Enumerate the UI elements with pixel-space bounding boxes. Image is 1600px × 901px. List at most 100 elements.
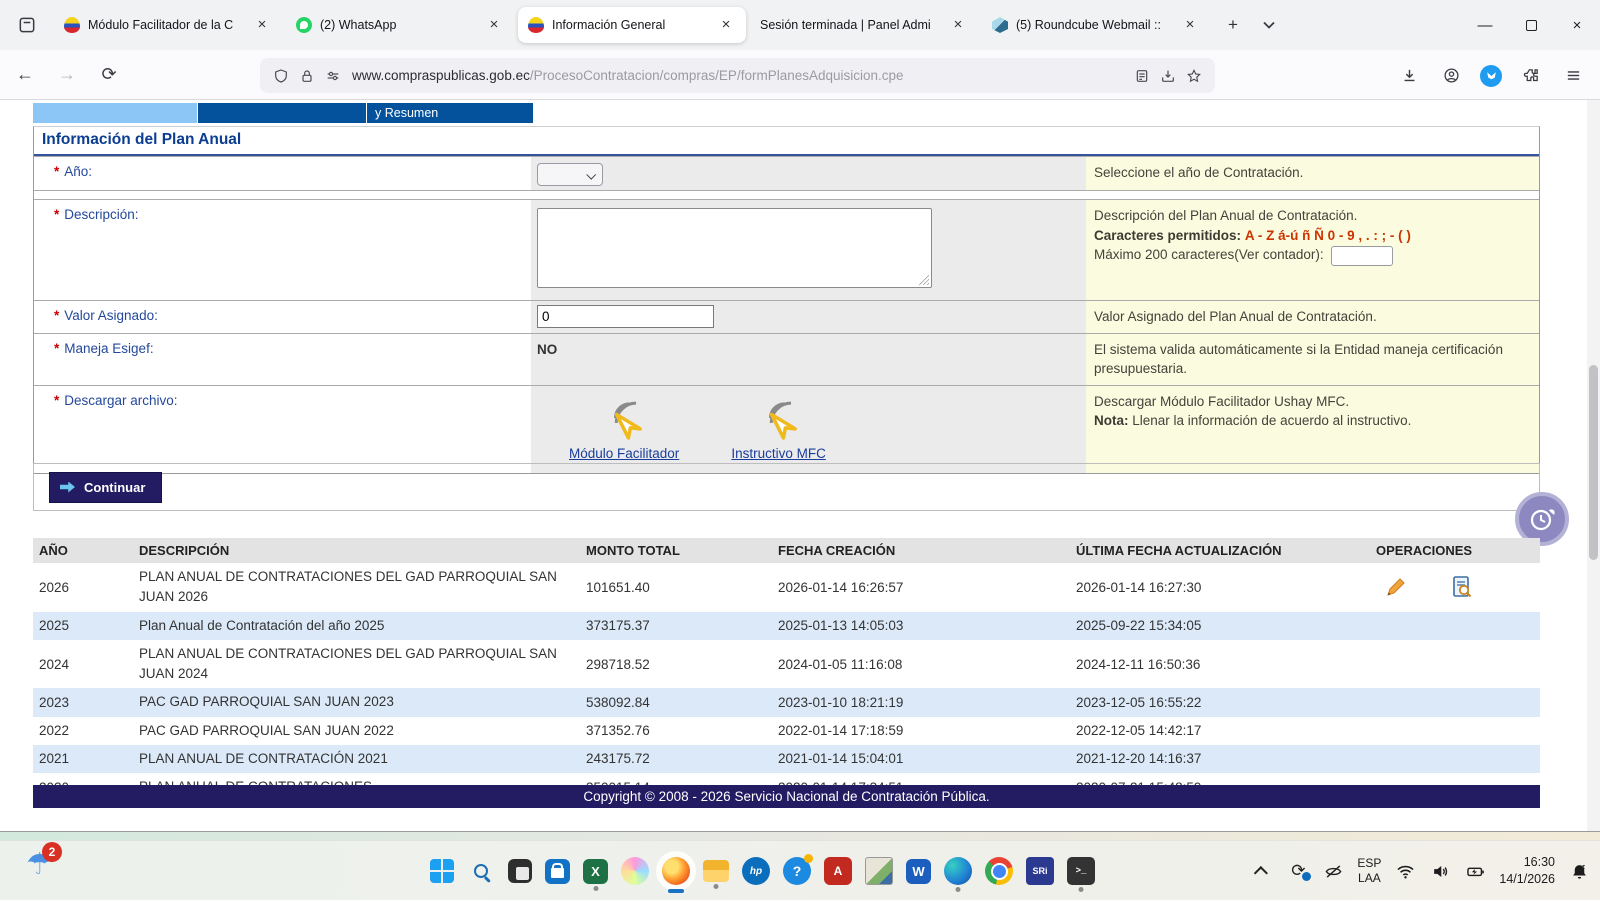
umbrella-desktop-icon[interactable]: ☂2 (26, 847, 53, 882)
table-row[interactable]: 2021 PLAN ANUAL DE CONTRATACIÓN 2021 243… (33, 745, 1540, 773)
back-button[interactable]: ← (8, 58, 42, 92)
created-cell: 2021-01-14 15:04:01 (772, 745, 1070, 773)
copilot-icon[interactable] (621, 857, 649, 885)
close-window-button[interactable]: × (1554, 0, 1600, 50)
tab-close-icon[interactable]: × (716, 15, 736, 35)
terminal-icon[interactable]: >_ (1067, 857, 1095, 885)
wifi-icon[interactable] (1394, 860, 1416, 882)
search-icon[interactable] (467, 857, 495, 885)
anio-select[interactable] (537, 163, 603, 186)
modulo-facilitador-download[interactable]: Módulo Facilitador (569, 398, 679, 461)
system-tray: ⟳ ESPLAA 16:3014/1/2026 z (1252, 841, 1590, 901)
bookmark-star-icon[interactable] (1181, 63, 1207, 89)
table-row[interactable]: 2023 PAC GAD PARROQUIAL SAN JUAN 2023 53… (33, 688, 1540, 716)
operations-cell (1370, 563, 1540, 612)
tab-informacion-general[interactable]: Información General × (518, 7, 746, 43)
table-row[interactable]: 2025 Plan Anual de Contratación del año … (33, 612, 1540, 640)
battery-icon[interactable] (1464, 860, 1486, 882)
scrollbar-thumb[interactable] (1589, 365, 1598, 560)
store-icon[interactable] (545, 859, 570, 884)
notification-bell-icon[interactable]: z (1568, 860, 1590, 882)
reader-mode-icon[interactable] (1129, 63, 1155, 89)
step-tab-2[interactable] (198, 103, 366, 123)
updated-cell: 2024-12-11 16:50:36 (1070, 640, 1370, 689)
start-icon[interactable] (430, 859, 454, 883)
fox-extension-icon[interactable] (1480, 65, 1502, 87)
tab-close-icon[interactable]: × (948, 15, 968, 35)
year-cell: 2022 (33, 717, 133, 745)
step-tab-1[interactable] (33, 103, 197, 123)
language-indicator[interactable]: ESPLAA (1357, 856, 1381, 886)
continuar-button[interactable]: Continuar (49, 472, 162, 503)
sri-icon[interactable]: SRi (1026, 857, 1054, 885)
tab-sesion-terminada[interactable]: Sesión terminada | Panel Admi × (750, 7, 978, 43)
tab-close-icon[interactable]: × (1180, 15, 1200, 35)
tab-close-icon[interactable]: × (252, 15, 272, 35)
tab-whatsapp[interactable]: (2) WhatsApp × (286, 7, 514, 43)
gallery-icon[interactable] (865, 857, 893, 885)
minimize-button[interactable]: — (1462, 0, 1508, 50)
table-header-row: AÑO DESCRIPCIÓN MONTO TOTAL FECHA CREACI… (33, 538, 1540, 563)
tray-chevron-up-icon[interactable] (1252, 860, 1274, 882)
clock-date[interactable]: 16:3014/1/2026 (1499, 854, 1555, 888)
table-row[interactable]: 2026 PLAN ANUAL DE CONTRATACIONES DEL GA… (33, 563, 1540, 612)
word-icon[interactable]: W (906, 859, 931, 884)
new-tab-button[interactable]: + (1218, 10, 1248, 40)
valor-asignado-input[interactable] (537, 305, 714, 328)
reload-button[interactable]: ⟳ (92, 58, 126, 92)
row-maneja-esigef: *Maneja Esigef: NO El sistema valida aut… (34, 333, 1539, 385)
monto-cell: 538092.84 (580, 688, 772, 716)
explorer-icon[interactable] (703, 860, 729, 882)
instructivo-mfc-download[interactable]: Instructivo MFC (731, 398, 826, 461)
descripcion-textarea[interactable] (537, 208, 932, 288)
shield-icon[interactable] (268, 63, 294, 89)
extensions-puzzle-icon[interactable] (1518, 63, 1544, 89)
sync-icon[interactable]: ⟳ (1287, 860, 1309, 882)
char-counter-input[interactable] (1331, 246, 1393, 266)
maximize-button[interactable] (1508, 0, 1554, 50)
table-row[interactable]: 2024 PLAN ANUAL DE CONTRATACIONES DEL GA… (33, 640, 1540, 689)
browser-toolbar: ← → ⟳ www.compraspublicas.gob.ec/Proceso… (0, 50, 1600, 100)
required-asterisk: * (54, 164, 59, 179)
edge-icon[interactable] (944, 857, 972, 885)
time: 16:30 (1524, 855, 1555, 869)
year-cell: 2026 (33, 563, 133, 612)
page-scrollbar[interactable] (1587, 100, 1600, 832)
monto-cell: 243175.72 (580, 745, 772, 773)
eye-crossed-icon[interactable] (1322, 860, 1344, 882)
url-bar[interactable]: www.compraspublicas.gob.ec/ProcesoContra… (260, 58, 1215, 93)
forward-button[interactable]: → (50, 58, 84, 92)
lock-icon[interactable] (294, 63, 320, 89)
help-icon[interactable]: ? (783, 857, 811, 885)
tab-list-chevron-icon[interactable] (1254, 10, 1284, 40)
edit-pencil-icon[interactable] (1384, 575, 1408, 599)
excel-icon[interactable]: X (583, 859, 608, 884)
chrome-icon[interactable] (985, 857, 1013, 885)
permissions-icon[interactable] (320, 63, 346, 89)
description-cell: Plan Anual de Contratación del año 2025 (133, 612, 580, 640)
tab-close-icon[interactable]: × (484, 15, 504, 35)
hp-icon[interactable]: hp (742, 857, 770, 885)
year-cell: 2023 (33, 688, 133, 716)
menu-hamburger-icon[interactable] (1560, 63, 1586, 89)
year-cell: 2021 (33, 745, 133, 773)
acrobat-icon[interactable]: A (824, 857, 852, 885)
created-cell: 2022-01-14 17:18:59 (772, 717, 1070, 745)
tab-roundcube[interactable]: (5) Roundcube Webmail :: × (982, 7, 1210, 43)
url-text[interactable]: www.compraspublicas.gob.ec/ProcesoContra… (352, 68, 1129, 83)
volume-icon[interactable] (1429, 860, 1451, 882)
tab-manager-icon[interactable] (10, 8, 44, 42)
save-page-icon[interactable] (1155, 63, 1181, 89)
row-descargar-archivo: *Descargar archivo: Módulo Facilitador (34, 385, 1539, 473)
step-tab-3[interactable]: y Resumen (367, 103, 533, 123)
tab-modulo-facilitador[interactable]: Módulo Facilitador de la C × (54, 7, 282, 43)
view-document-icon[interactable] (1450, 575, 1474, 599)
account-icon[interactable] (1438, 63, 1464, 89)
downloads-icon[interactable] (1396, 63, 1422, 89)
firefox-icon[interactable] (662, 857, 690, 885)
ecuador-emblem-icon (528, 17, 544, 33)
operations-cell (1370, 745, 1540, 773)
task-view-icon[interactable] (508, 859, 532, 883)
tab-title: (2) WhatsApp (320, 18, 476, 32)
table-row[interactable]: 2022 PAC GAD PARROQUIAL SAN JUAN 2022 37… (33, 717, 1540, 745)
